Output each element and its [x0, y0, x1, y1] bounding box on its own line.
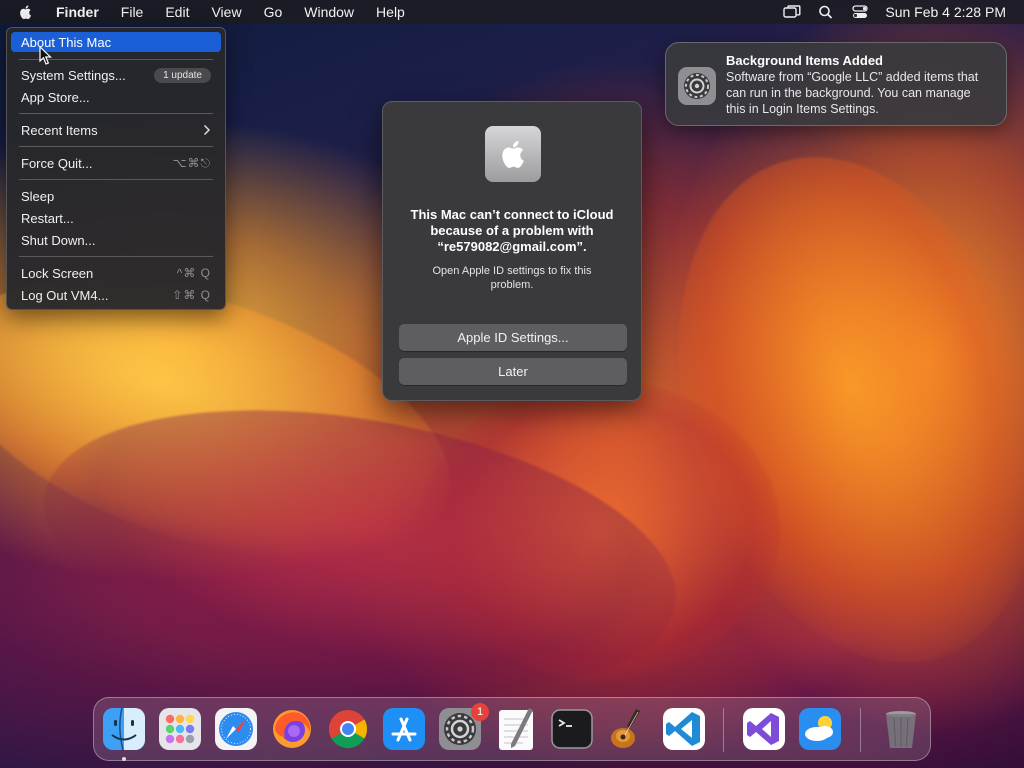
menu-item-label: Lock Screen	[21, 265, 94, 281]
menu-item-label: Sleep	[21, 188, 55, 204]
update-badge: 1 update	[154, 67, 211, 83]
chevron-right-icon	[203, 124, 211, 136]
menu-item-label: Force Quit...	[21, 155, 93, 171]
notification-title: Background Items Added	[726, 53, 883, 68]
menu-item-lock-screen[interactable]: Lock Screen ^⌘ Q	[11, 263, 221, 283]
search-icon[interactable]	[817, 5, 835, 19]
menu-item-label: Recent Items	[21, 122, 98, 138]
log-out-shortcut: ⇧⌘ Q	[172, 288, 211, 302]
menu-separator	[19, 179, 213, 180]
menubar-status-area: Sun Feb 4 2:28 PM	[783, 4, 1024, 20]
dialog-message: Open Apple ID settings to fix this probl…	[432, 265, 592, 291]
force-quit-shortcut: ⌥⌘⎋	[172, 155, 211, 170]
menu-view[interactable]: View	[211, 0, 241, 24]
menu-item-force-quit[interactable]: Force Quit... ⌥⌘⎋	[11, 153, 221, 173]
menu-separator	[19, 256, 213, 257]
system-settings-gear-icon	[678, 67, 716, 105]
visual-studio-icon[interactable]	[741, 706, 787, 752]
vscode-icon[interactable]	[661, 706, 707, 752]
launchpad-icon[interactable]	[157, 706, 203, 752]
menu-item-label: Shut Down...	[21, 232, 96, 248]
app-store-icon[interactable]	[381, 706, 427, 752]
menu-item-sleep[interactable]: Sleep	[11, 186, 221, 206]
safari-icon[interactable]	[213, 706, 259, 752]
menu-separator	[19, 113, 213, 114]
dialog-title: This Mac can’t connect to iCloud because…	[410, 207, 614, 254]
notification-body: Software from “Google LLC” added items t…	[726, 70, 979, 116]
terminal-icon[interactable]	[549, 706, 595, 752]
menu-file[interactable]: File	[121, 0, 144, 24]
screen-mirroring-icon[interactable]	[783, 5, 801, 19]
menu-help[interactable]: Help	[376, 0, 405, 24]
menu-item-recent-items[interactable]: Recent Items	[11, 120, 221, 140]
dock: 1	[93, 697, 931, 761]
finder-icon[interactable]	[101, 706, 147, 752]
apple-menu-icon[interactable]	[18, 4, 34, 20]
system-settings-dock-item[interactable]: 1	[437, 703, 489, 752]
menu-item-label: System Settings...	[21, 67, 126, 83]
menu-go[interactable]: Go	[264, 0, 283, 24]
control-center-icon[interactable]	[851, 5, 869, 19]
menu-edit[interactable]: Edit	[165, 0, 189, 24]
finder-running-indicator	[122, 757, 126, 761]
icloud-alert-dialog: This Mac can’t connect to iCloud because…	[382, 101, 642, 401]
weather-icon[interactable]	[797, 706, 843, 752]
apple-logo-icon	[485, 126, 541, 182]
menubar-clock[interactable]: Sun Feb 4 2:28 PM	[885, 4, 1006, 20]
trash-icon[interactable]	[878, 706, 924, 752]
menu-bar: Finder File Edit View Go Window Help Sun…	[0, 0, 1024, 24]
menu-item-log-out[interactable]: Log Out VM4... ⇧⌘ Q	[11, 285, 221, 305]
later-button[interactable]: Later	[399, 358, 627, 385]
mouse-cursor-icon	[39, 46, 52, 65]
garageband-icon[interactable]	[605, 706, 651, 752]
dock-separator	[860, 708, 861, 752]
apple-glyph-icon	[502, 140, 524, 168]
notification-banner[interactable]: Background Items Added Software from “Go…	[665, 42, 1007, 126]
menu-item-shut-down[interactable]: Shut Down...	[11, 230, 221, 250]
menu-item-system-settings[interactable]: System Settings... 1 update	[11, 65, 221, 85]
menu-separator	[19, 146, 213, 147]
dock-separator	[723, 708, 724, 752]
menu-item-app-store[interactable]: App Store...	[11, 87, 221, 107]
menu-item-label: Log Out VM4...	[21, 287, 109, 303]
apple-menu-dropdown: About This Mac System Settings... 1 upda…	[6, 27, 226, 310]
firefox-icon[interactable]	[269, 706, 315, 752]
menu-finder[interactable]: Finder	[56, 0, 99, 24]
textedit-icon[interactable]	[493, 706, 539, 752]
menu-item-restart[interactable]: Restart...	[11, 208, 221, 228]
menu-item-label: Restart...	[21, 210, 74, 226]
menu-window[interactable]: Window	[304, 0, 354, 24]
notification-badge: 1	[471, 703, 489, 721]
lock-screen-shortcut: ^⌘ Q	[176, 266, 211, 280]
chrome-icon[interactable]	[325, 706, 371, 752]
apple-id-settings-button[interactable]: Apple ID Settings...	[399, 324, 627, 351]
menu-item-label: App Store...	[21, 89, 90, 105]
